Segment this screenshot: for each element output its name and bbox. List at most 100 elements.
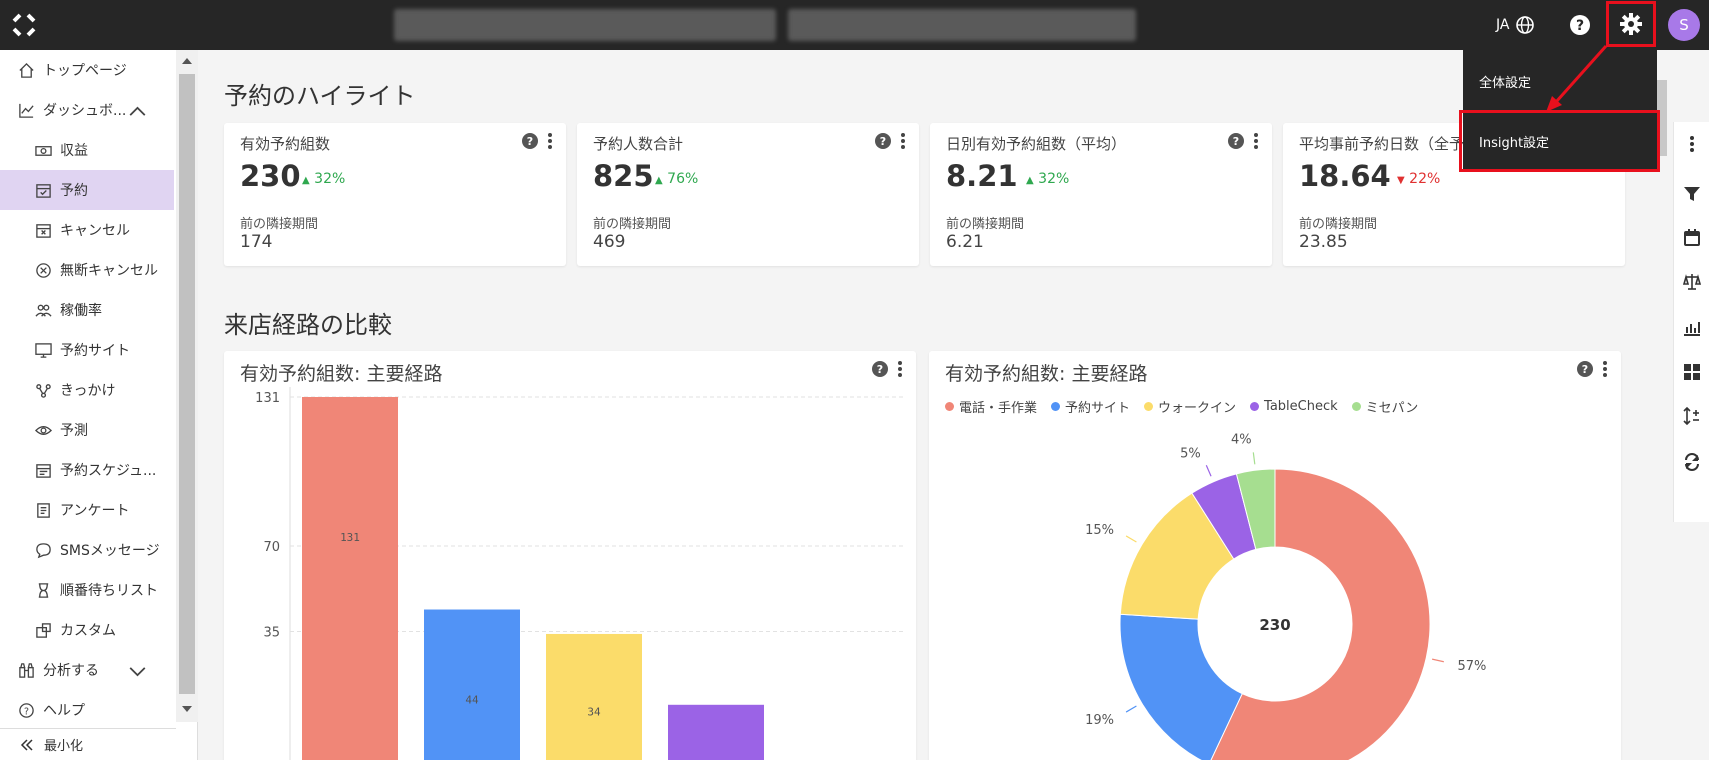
scale-icon[interactable] <box>1682 272 1702 292</box>
sidebar-item[interactable]: 予約スケジュ... <box>0 450 174 490</box>
sidebar-item[interactable]: 分析する <box>0 650 174 690</box>
bar[interactable] <box>424 609 520 760</box>
sidebar-item-label: 予約 <box>60 183 88 199</box>
slice-leader-line <box>1205 464 1212 477</box>
kpi-prev-value: 6.21 <box>946 232 984 252</box>
sidebar-item[interactable]: キャンセル <box>0 210 174 250</box>
binoculars-icon <box>19 662 34 678</box>
chevron-up-icon[interactable] <box>129 103 146 120</box>
more-options-icon[interactable] <box>901 133 905 149</box>
sidebar-item[interactable]: アンケート <box>0 490 174 530</box>
settings-button[interactable] <box>1606 1 1656 47</box>
sidebar-item[interactable]: ダッシュボ... <box>0 90 174 130</box>
survey-icon <box>37 502 50 518</box>
sidebar-item-label: 収益 <box>60 143 88 159</box>
help-circle-icon: ? <box>19 702 34 718</box>
donut-center-value: 230 <box>1259 616 1290 634</box>
donut-chart: 57% 19% 15% 5% 4% 230 <box>1085 432 1486 760</box>
sidebar-item-label: 分析する <box>43 663 99 679</box>
language-label: JA <box>1496 17 1510 33</box>
help-icon[interactable]: ? <box>1567 12 1593 38</box>
kpi-change-value: 22% <box>1409 171 1441 187</box>
svg-text:?: ? <box>1576 18 1584 34</box>
sidebar-item-label: キャンセル <box>60 223 130 239</box>
slice-leader-line <box>1125 705 1137 713</box>
help-icon[interactable]: ? <box>875 133 891 149</box>
blurred-field-2[interactable] <box>788 9 1136 41</box>
kpi-value: 825 <box>593 159 654 193</box>
schedule-icon <box>36 463 51 478</box>
sidebar-item[interactable]: きっかけ <box>0 370 174 410</box>
grid-icon[interactable] <box>1682 362 1702 382</box>
sidebar-item[interactable]: 予約 <box>0 170 174 210</box>
kpi-prev-label: 前の隣接期間 <box>946 217 1025 232</box>
sidebar-item[interactable]: 無断キャンセル <box>0 250 174 290</box>
triangle-up-icon: ▲ <box>655 175 663 186</box>
filter-icon[interactable] <box>1682 184 1702 204</box>
kpi-prev-value: 174 <box>240 232 273 252</box>
kpi-title: 有効予約組数 <box>240 135 331 153</box>
sidebar-item-label: 予約スケジュ... <box>60 463 157 479</box>
sort-plus-minus-icon[interactable] <box>1682 406 1702 426</box>
bar[interactable] <box>546 633 642 760</box>
calendar-icon[interactable] <box>1682 228 1702 248</box>
minimize-label: 最小化 <box>44 739 84 754</box>
y-tick-label: 70 <box>263 540 280 555</box>
bar[interactable] <box>668 704 764 760</box>
more-vertical-icon[interactable] <box>1682 134 1702 154</box>
scroll-up-arrow-icon[interactable] <box>182 58 192 64</box>
kpi-prev-value: 469 <box>593 232 626 252</box>
bar-chart-icon[interactable] <box>1682 318 1702 338</box>
svg-text:?: ? <box>24 706 29 717</box>
scroll-down-arrow-icon[interactable] <box>182 706 192 712</box>
sidebar-item[interactable]: トップページ <box>0 50 174 90</box>
more-options-icon[interactable] <box>1254 133 1258 149</box>
bar[interactable] <box>302 397 398 760</box>
help-icon[interactable]: ? <box>522 133 538 149</box>
kpi-change-value: 76% <box>667 171 699 187</box>
gear-icon <box>1620 13 1642 35</box>
bar-value-label: 34 <box>587 705 601 718</box>
sidebar-item[interactable]: ? ヘルプ <box>0 690 174 722</box>
menu-item-general-settings[interactable]: 全体設定 <box>1479 72 1531 91</box>
help-icon[interactable]: ? <box>1228 133 1244 149</box>
calendar-check-icon <box>36 183 51 198</box>
sidebar-item-label: SMSメッセージ <box>60 543 160 559</box>
language-switch[interactable]: JA <box>1496 15 1535 35</box>
triangle-up-icon: ▲ <box>302 175 310 186</box>
people-icon <box>35 304 52 317</box>
sidebar-item[interactable]: 収益 <box>0 130 174 170</box>
kpi-change: ▲ 32% <box>302 171 345 187</box>
kpi-prev-label: 前の隣接期間 <box>1299 217 1378 232</box>
sidebar-item[interactable]: SMSメッセージ <box>0 530 174 570</box>
refresh-icon[interactable] <box>1682 452 1702 472</box>
chevron-down-icon[interactable] <box>129 663 146 680</box>
sidebar-item[interactable]: カスタム <box>0 610 174 650</box>
sidebar-item[interactable]: 順番待ちリスト <box>0 570 174 610</box>
sidebar-item-label: ダッシュボ... <box>43 103 127 119</box>
kpi-prev-label: 前の隣接期間 <box>593 217 672 232</box>
app-logo-icon[interactable] <box>10 11 38 39</box>
more-options-icon[interactable] <box>548 133 552 149</box>
blurred-field-1[interactable] <box>394 9 776 41</box>
sidebar-item[interactable]: 予約サイト <box>0 330 174 370</box>
top-bar: JA ? S <box>0 0 1709 50</box>
user-avatar[interactable]: S <box>1668 9 1700 41</box>
sidebar-item[interactable]: 稼働率 <box>0 290 174 330</box>
sidebar-item-label: 稼働率 <box>60 303 102 319</box>
highlights-title: 予約のハイライト <box>224 82 416 110</box>
comparison-title: 来店経路の比較 <box>224 311 392 339</box>
dashboard-icon <box>19 103 34 118</box>
kpi-change-value: 32% <box>1038 171 1070 187</box>
kpi-card: 予約人数合計 ? 825 ▲ 76% 前の隣接期間 469 <box>577 123 919 266</box>
sidebar-scroll-thumb[interactable] <box>179 74 195 694</box>
sidebar-item[interactable]: 予測 <box>0 410 174 450</box>
kpi-title: 平均事前予約日数（全予 <box>1299 135 1465 153</box>
minimize-button[interactable]: 最小化 <box>0 728 176 760</box>
sidebar-item-label: アンケート <box>60 503 130 519</box>
globe-icon <box>1516 16 1535 34</box>
sidebar-scrollbar[interactable] <box>176 50 198 722</box>
kpi-card: 有効予約組数 ? 230 ▲ 32% 前の隣接期間 174 <box>224 123 566 266</box>
kpi-value: 230 <box>240 159 301 193</box>
slice-leader-line <box>1125 535 1137 543</box>
